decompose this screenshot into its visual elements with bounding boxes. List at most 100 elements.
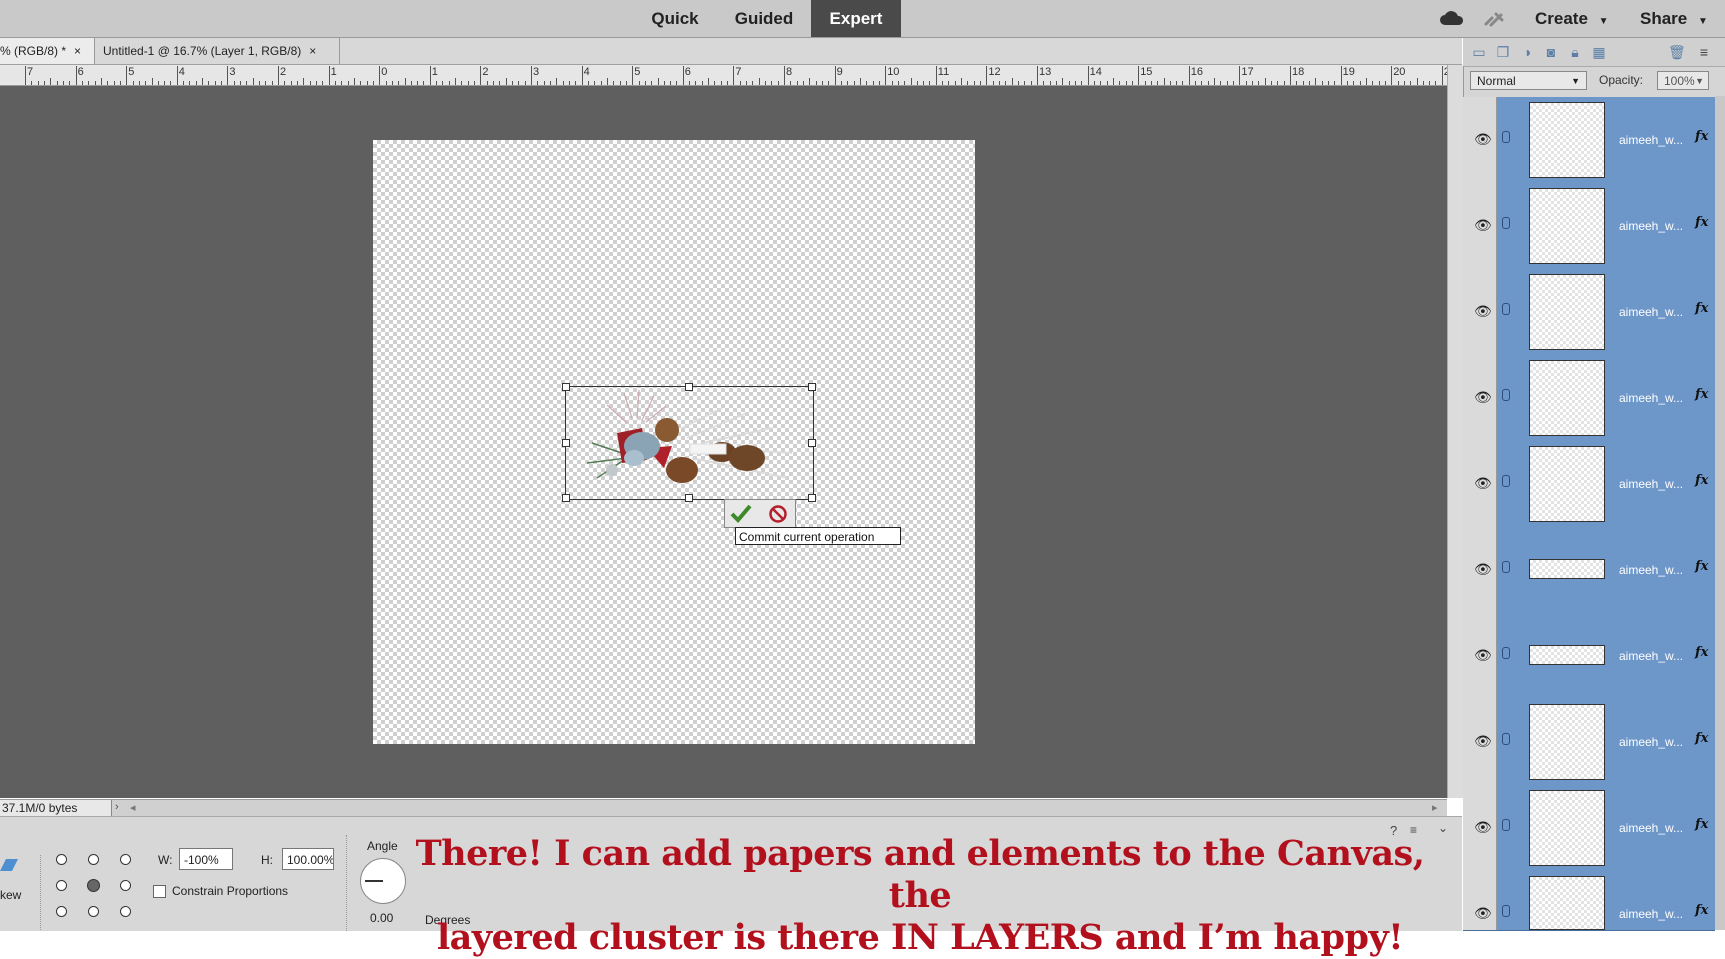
- ref-point-center[interactable]: [87, 879, 100, 892]
- link-icon[interactable]: [1483, 10, 1505, 31]
- link-icon[interactable]: [1502, 217, 1510, 229]
- layer-row[interactable]: 👁︎ aimeeh_w... fx: [1463, 269, 1715, 356]
- status-arrow-icon[interactable]: ›: [115, 801, 119, 813]
- layer-row[interactable]: 👁︎ aimeeh_w... fx: [1463, 355, 1715, 442]
- handle-middle-right[interactable]: [808, 439, 816, 447]
- eye-icon[interactable]: 👁︎: [1474, 648, 1492, 662]
- layer-row[interactable]: 👁︎ aimeeh_w... fx: [1463, 613, 1715, 700]
- layer-row[interactable]: 👁︎ aimeeh_w... fx: [1463, 871, 1715, 931]
- new-layer-icon[interactable]: ▭: [1471, 44, 1487, 60]
- layer-mask-icon[interactable]: ◙: [1543, 44, 1559, 60]
- layer-row[interactable]: 👁︎ aimeeh_w... fx: [1463, 441, 1715, 528]
- tab-document-2[interactable]: Untitled-1 @ 16.7% (Layer 1, RGB/8) ×: [97, 38, 340, 64]
- commit-cancel-bar: [724, 499, 796, 528]
- eye-icon[interactable]: 👁︎: [1474, 906, 1492, 920]
- width-input[interactable]: -100%: [179, 848, 233, 870]
- handle-bottom-center[interactable]: [685, 494, 693, 502]
- tab-document-1[interactable]: % (RGB/8) * ×: [0, 38, 95, 64]
- layer-row[interactable]: 👁︎ aimeeh_w... fx: [1463, 785, 1715, 872]
- fx-icon[interactable]: fx: [1695, 645, 1708, 660]
- chevron-down-icon: ▼: [1571, 76, 1580, 86]
- layer-row[interactable]: 👁︎ aimeeh_w... fx: [1463, 527, 1715, 614]
- close-icon[interactable]: ×: [309, 44, 316, 58]
- lock-transparency-icon[interactable]: ▦: [1591, 44, 1607, 60]
- link-icon[interactable]: [1502, 733, 1510, 745]
- scroll-left-icon[interactable]: ◂: [130, 801, 136, 814]
- ruler-minor-tick: [606, 78, 608, 85]
- eye-icon[interactable]: 👁︎: [1474, 734, 1492, 748]
- fx-icon[interactable]: fx: [1695, 473, 1708, 488]
- blend-mode-select[interactable]: Normal ▼: [1470, 71, 1587, 90]
- create-menu[interactable]: Create ▼: [1535, 0, 1609, 37]
- handle-bottom-left[interactable]: [562, 494, 570, 502]
- eye-icon[interactable]: 👁︎: [1474, 562, 1492, 576]
- eye-icon[interactable]: 👁︎: [1474, 304, 1492, 318]
- constrain-checkbox[interactable]: [153, 885, 166, 898]
- ruler-minor-tick: [474, 81, 476, 85]
- eye-icon[interactable]: 👁︎: [1474, 132, 1492, 146]
- fx-icon[interactable]: fx: [1695, 903, 1708, 918]
- trash-icon[interactable]: 🗑︎: [1668, 44, 1686, 60]
- eye-icon[interactable]: 👁︎: [1474, 820, 1492, 834]
- ruler-minor-tick: [151, 78, 153, 85]
- ruler-label: 7: [735, 66, 742, 78]
- handle-top-left[interactable]: [562, 383, 570, 391]
- link-icon[interactable]: [1502, 131, 1510, 143]
- commit-check-icon[interactable]: [730, 503, 752, 526]
- handle-middle-left[interactable]: [562, 439, 570, 447]
- fx-icon[interactable]: fx: [1695, 215, 1708, 230]
- mode-expert[interactable]: Expert: [811, 0, 901, 37]
- skew-label: kew: [0, 888, 22, 902]
- height-input[interactable]: 100.00%: [282, 848, 334, 870]
- fx-icon[interactable]: fx: [1695, 387, 1708, 402]
- handle-top-right[interactable]: [808, 383, 816, 391]
- handle-top-center[interactable]: [685, 383, 693, 391]
- link-icon[interactable]: [1502, 647, 1510, 659]
- layer-row[interactable]: 👁︎ aimeeh_w... fx: [1463, 97, 1715, 184]
- ruler-label: 5: [128, 66, 135, 78]
- adjustment-layer-icon[interactable]: ◑: [1519, 44, 1535, 60]
- ref-point-top-left[interactable]: [56, 854, 67, 865]
- ref-point-bottom-left[interactable]: [56, 906, 67, 917]
- fx-icon[interactable]: fx: [1695, 301, 1708, 316]
- cancel-icon[interactable]: [768, 504, 788, 527]
- new-group-icon[interactable]: ❐: [1495, 44, 1511, 60]
- layer-row[interactable]: 👁︎ aimeeh_w... fx: [1463, 183, 1715, 270]
- layer-row[interactable]: 👁︎ aimeeh_w... fx: [1463, 699, 1715, 786]
- link-icon[interactable]: [1502, 561, 1510, 573]
- ref-point-bottom-center[interactable]: [88, 906, 99, 917]
- fx-icon[interactable]: fx: [1695, 559, 1708, 574]
- ref-point-middle-right[interactable]: [120, 880, 131, 891]
- vertical-scrollbar[interactable]: [1447, 65, 1463, 798]
- ref-point-middle-left[interactable]: [56, 880, 67, 891]
- link-icon[interactable]: [1502, 905, 1510, 917]
- lock-icon[interactable]: 🔒︎: [1567, 44, 1583, 60]
- cloud-icon[interactable]: [1440, 9, 1464, 30]
- fx-icon[interactable]: fx: [1695, 817, 1708, 832]
- mode-guided[interactable]: Guided: [718, 0, 810, 37]
- handle-bottom-right[interactable]: [808, 494, 816, 502]
- link-icon[interactable]: [1502, 389, 1510, 401]
- eye-icon[interactable]: 👁︎: [1474, 390, 1492, 404]
- transform-bounding-box[interactable]: [562, 383, 816, 502]
- link-icon[interactable]: [1502, 819, 1510, 831]
- link-icon[interactable]: [1502, 303, 1510, 315]
- visibility-column: 👁︎: [1463, 613, 1497, 699]
- mode-quick[interactable]: Quick: [640, 0, 710, 37]
- skew-icon[interactable]: [0, 857, 18, 876]
- fx-icon[interactable]: fx: [1695, 731, 1708, 746]
- eye-icon[interactable]: 👁︎: [1474, 218, 1492, 232]
- eye-icon[interactable]: 👁︎: [1474, 476, 1492, 490]
- ref-point-top-center[interactable]: [88, 854, 99, 865]
- close-icon[interactable]: ×: [74, 44, 81, 58]
- link-icon[interactable]: [1502, 475, 1510, 487]
- ref-point-top-right[interactable]: [120, 854, 131, 865]
- opacity-input[interactable]: 100% ▼: [1657, 71, 1709, 90]
- scroll-right-icon[interactable]: ▸: [1432, 801, 1438, 814]
- panel-menu-icon[interactable]: ≡: [1696, 44, 1712, 60]
- ref-point-bottom-right[interactable]: [120, 906, 131, 917]
- share-menu[interactable]: Share ▼: [1640, 0, 1708, 37]
- fx-icon[interactable]: fx: [1695, 129, 1708, 144]
- ruler-minor-tick: [676, 81, 678, 85]
- layers-scrollbar[interactable]: [1715, 96, 1725, 930]
